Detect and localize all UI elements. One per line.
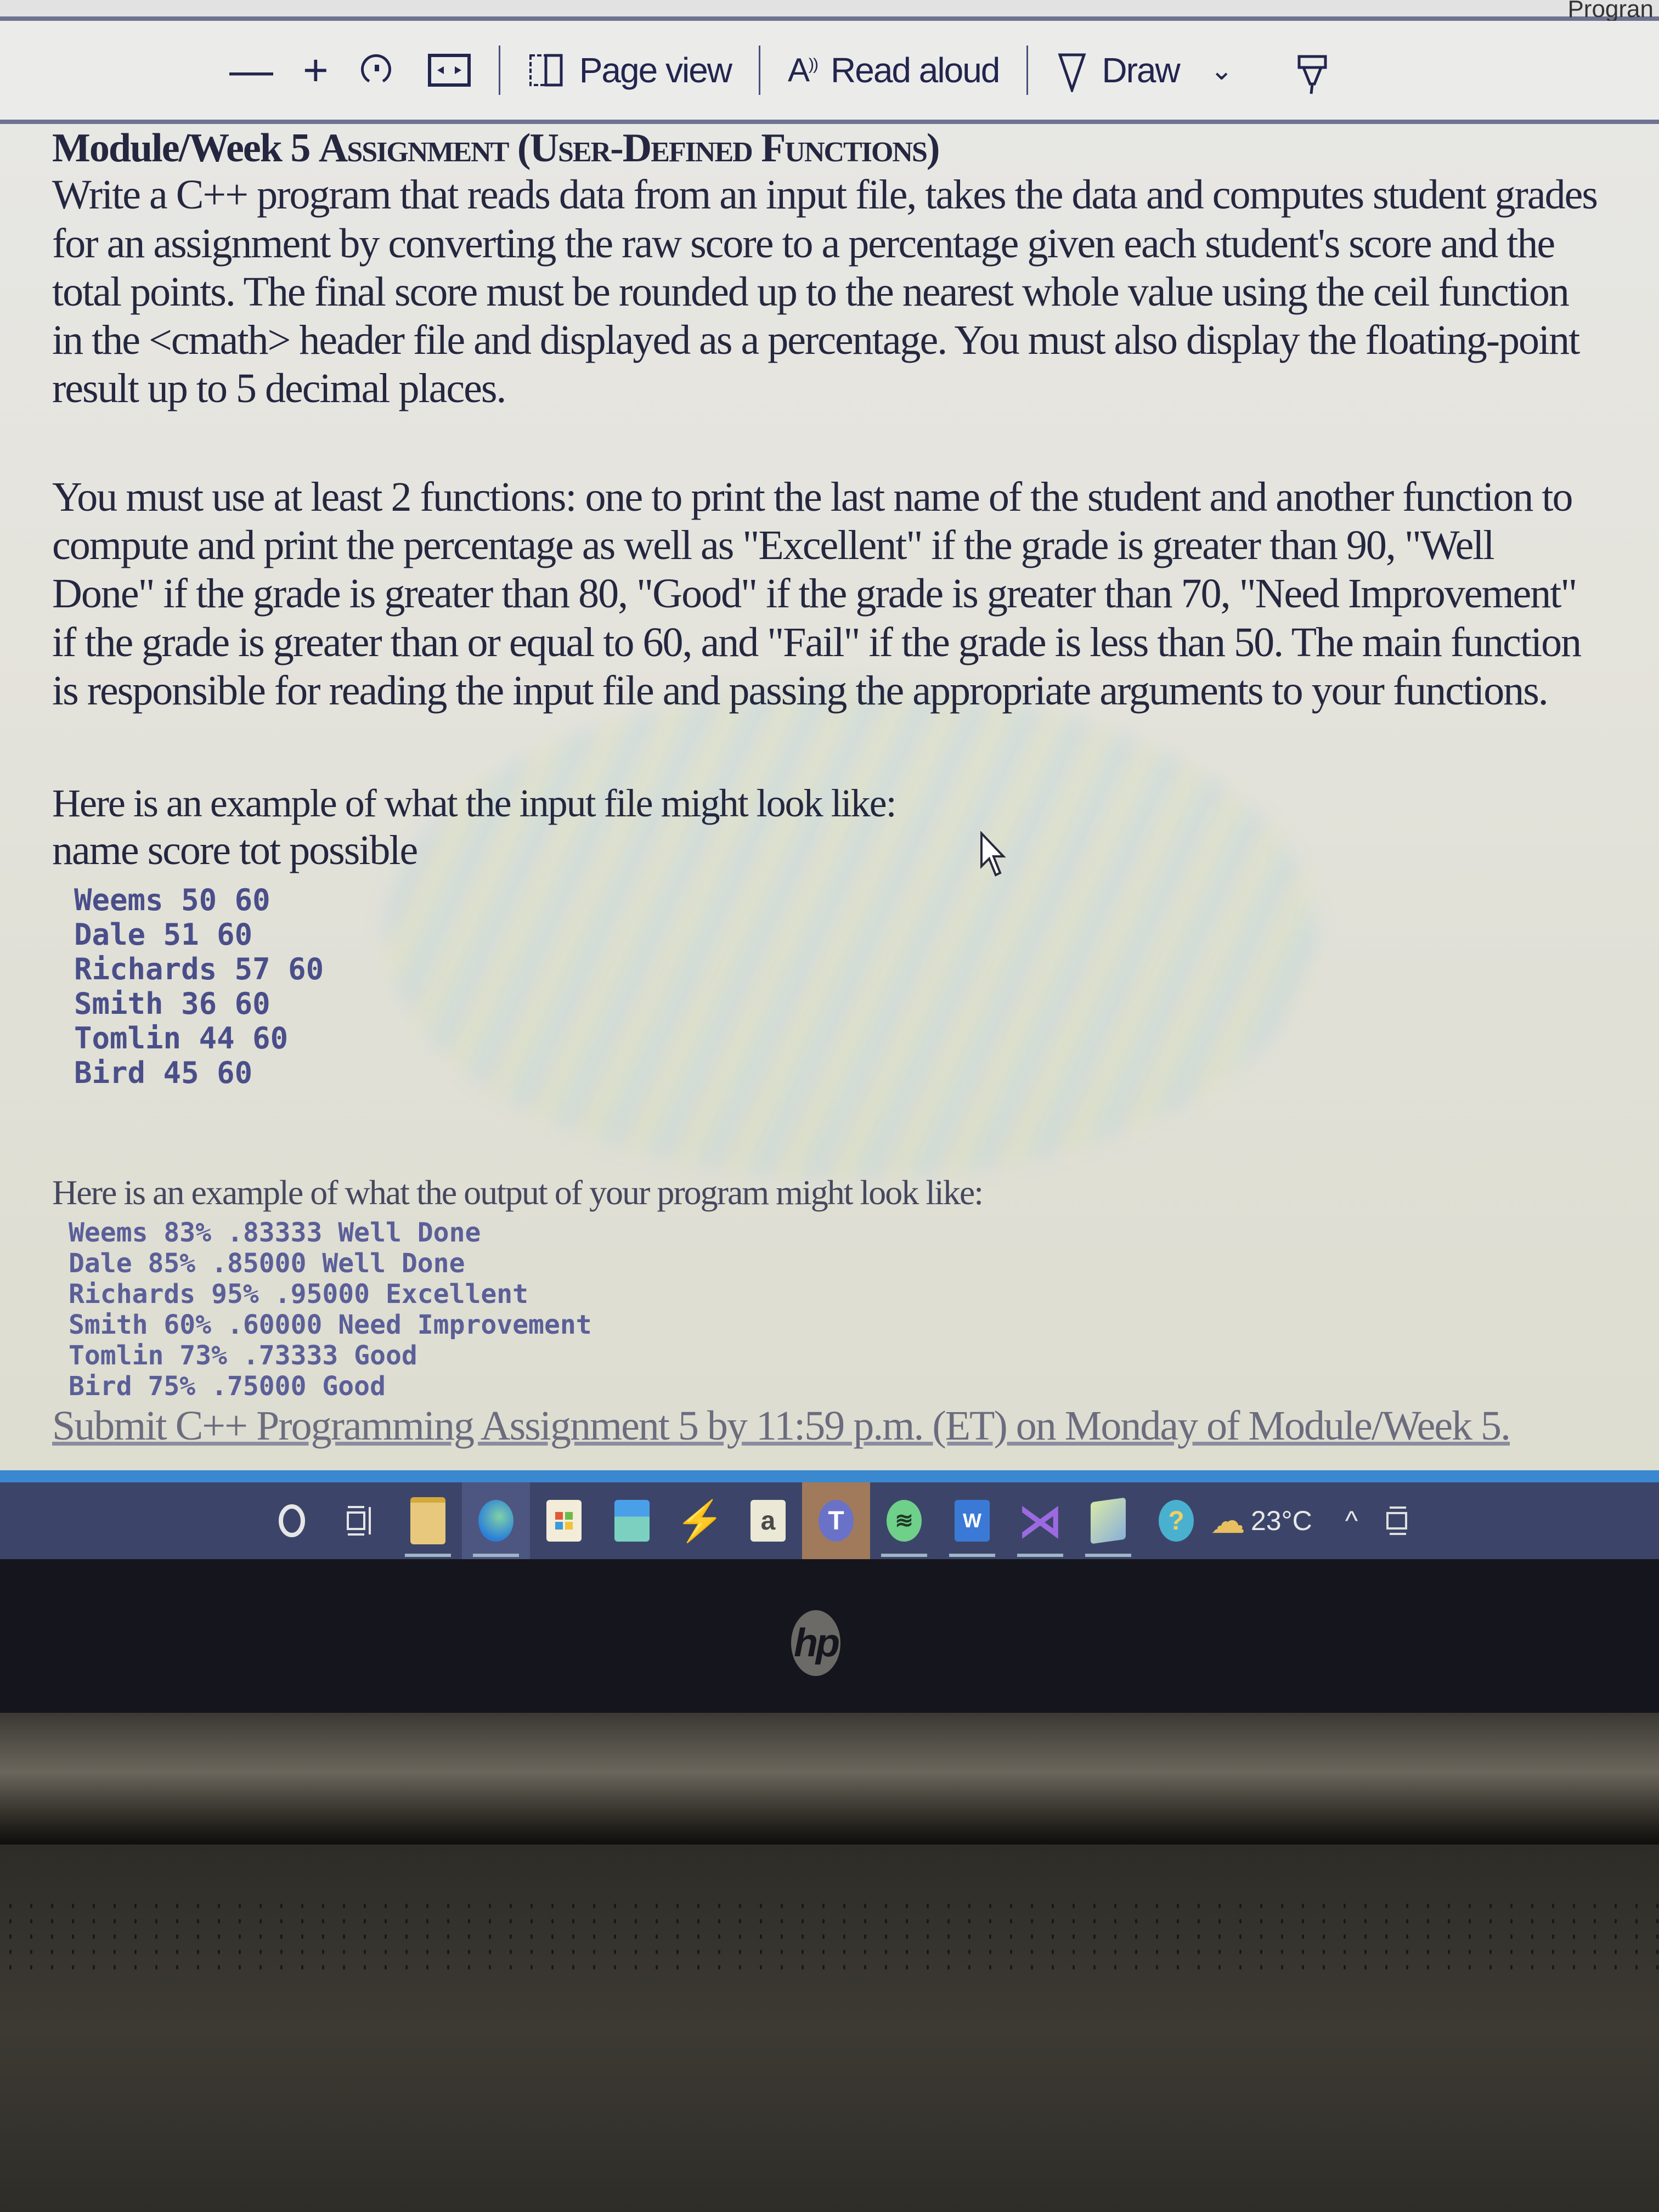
input-row: Tomlin 44 60 bbox=[74, 1020, 289, 1056]
taskbar-word[interactable]: W bbox=[938, 1482, 1006, 1559]
zoom-in-button[interactable]: + bbox=[287, 48, 343, 92]
input-example-intro: Here is an example of what the input fil… bbox=[52, 781, 897, 825]
mouse-cursor-icon bbox=[980, 831, 1006, 877]
notes-icon bbox=[1091, 1497, 1126, 1544]
weather-cloud-icon: ☁ bbox=[1210, 1500, 1245, 1541]
taskbar-help[interactable]: ? bbox=[1142, 1482, 1210, 1559]
input-row: Bird 45 60 bbox=[74, 1055, 253, 1090]
draw-pen-icon bbox=[1058, 53, 1086, 92]
output-row: Dale 85% .85000 Well Done bbox=[69, 1248, 465, 1279]
toolbar-divider bbox=[759, 46, 760, 95]
taskbar-visual-studio[interactable]: ⋊ bbox=[1006, 1482, 1074, 1559]
output-row: Tomlin 73% .73333 Good bbox=[69, 1340, 417, 1371]
visual-studio-icon: ⋊ bbox=[1018, 1496, 1062, 1545]
rotate-icon bbox=[360, 54, 391, 83]
page-view-icon bbox=[529, 54, 563, 87]
draw-label: Draw bbox=[1102, 50, 1180, 90]
highlighter-icon bbox=[1297, 55, 1327, 94]
taskbar-teams[interactable]: T bbox=[802, 1482, 870, 1559]
plus-icon: + bbox=[303, 46, 329, 94]
folder-icon bbox=[410, 1497, 445, 1544]
tray-chevron-up-icon[interactable]: ^ bbox=[1345, 1505, 1358, 1537]
laptop-hinge bbox=[0, 1713, 1659, 1844]
taskbar-cortana[interactable] bbox=[258, 1482, 326, 1559]
draw-button[interactable]: Draw bbox=[1040, 48, 1194, 92]
mail-icon bbox=[614, 1500, 650, 1542]
hp-logo: hp bbox=[791, 1610, 840, 1676]
title-prefix: Module/Week 5 bbox=[52, 126, 319, 171]
spotify-icon: ≋ bbox=[887, 1500, 922, 1542]
weather-temperature: 23°C bbox=[1251, 1505, 1312, 1536]
assignment-document: Module/Week 5 Assignment (User-Defined F… bbox=[52, 126, 1599, 1450]
title-strip: Progran bbox=[0, 0, 1659, 22]
input-row: Dale 51 60 bbox=[74, 917, 253, 952]
input-columns-header: name score tot possible bbox=[52, 827, 418, 874]
minus-icon: — bbox=[229, 46, 273, 94]
output-row: Bird 75% .75000 Good bbox=[69, 1370, 386, 1402]
output-row: Richards 95% .95000 Excellent bbox=[69, 1278, 529, 1310]
tablet-mode-icon[interactable] bbox=[1385, 1504, 1413, 1537]
taskbar-mail[interactable] bbox=[598, 1482, 666, 1559]
input-row: Richards 57 60 bbox=[74, 951, 324, 986]
highlight-button[interactable] bbox=[1280, 46, 1344, 95]
output-row: Weems 83% .83333 Well Done bbox=[69, 1217, 481, 1248]
submission-deadline: Submit C++ Programming Assignment 5 by 1… bbox=[52, 1402, 1511, 1449]
taskbar-task-view[interactable] bbox=[326, 1482, 394, 1559]
window-bottom-border bbox=[0, 1470, 1659, 1482]
fit-width-icon bbox=[427, 54, 471, 87]
taskbar-notes[interactable] bbox=[1074, 1482, 1142, 1559]
title-main: Assignment (User-Defined Functions) bbox=[318, 126, 940, 171]
taskbar-amazon[interactable]: a bbox=[734, 1482, 802, 1559]
output-example-block: Weems 83% .83333 Well Done Dale 85% .850… bbox=[69, 1217, 1599, 1402]
draw-options-dropdown[interactable]: ⌄ bbox=[1195, 54, 1248, 86]
taskbar-edge[interactable] bbox=[462, 1482, 530, 1559]
toolbar-divider bbox=[1026, 46, 1029, 95]
edge-icon bbox=[478, 1500, 514, 1542]
input-example-block: Weems 50 60 Dale 51 60 Richards 57 60 Sm… bbox=[74, 883, 1599, 1090]
taskbar-file-explorer[interactable] bbox=[394, 1482, 462, 1559]
amazon-icon: a bbox=[751, 1500, 786, 1542]
read-aloud-button[interactable]: A)) Read aloud bbox=[772, 50, 1014, 91]
bolt-icon: ⚡ bbox=[675, 1499, 725, 1543]
fit-width-button[interactable] bbox=[412, 51, 487, 89]
taskbar-weather[interactable]: ☁ 23°C bbox=[1210, 1482, 1345, 1559]
instructions-paragraph: Write a C++ program that reads data from… bbox=[52, 172, 1598, 412]
chevron-down-icon: ⌄ bbox=[1210, 55, 1233, 86]
pdf-toolbar: — + Page view A)) Read aloud Draw ⌄ bbox=[0, 21, 1659, 124]
zoom-out-button[interactable]: — bbox=[214, 48, 287, 92]
taskbar-zapier[interactable]: ⚡ bbox=[666, 1482, 734, 1559]
windows-taskbar: ⚡ a T ≋ W ⋊ ? ☁ 23°C ^ bbox=[0, 1482, 1659, 1559]
speaker-grille bbox=[0, 1898, 1659, 1975]
assignment-title: Module/Week 5 Assignment (User-Defined F… bbox=[52, 126, 1599, 171]
output-example-intro: Here is an example of what the output of… bbox=[52, 1172, 984, 1212]
functions-paragraph: You must use at least 2 functions: one t… bbox=[52, 474, 1582, 714]
laptop-screen: Progran — + Page view A)) Read aloud Dra… bbox=[0, 0, 1659, 1564]
taskbar-microsoft-store[interactable] bbox=[530, 1482, 598, 1559]
store-icon bbox=[546, 1500, 582, 1542]
toolbar-divider bbox=[498, 46, 500, 95]
output-row: Smith 60% .60000 Need Improvement bbox=[69, 1309, 592, 1340]
task-view-icon bbox=[347, 1506, 371, 1536]
teams-icon: T bbox=[819, 1500, 854, 1542]
taskbar-spotify[interactable]: ≋ bbox=[870, 1482, 938, 1559]
input-row: Smith 36 60 bbox=[74, 986, 270, 1021]
document-name-fragment: Progran bbox=[1567, 0, 1654, 22]
input-row: Weems 50 60 bbox=[74, 882, 270, 917]
read-aloud-label: Read aloud bbox=[831, 50, 1000, 90]
page-view-label: Page view bbox=[579, 50, 732, 90]
rotate-button[interactable] bbox=[343, 48, 412, 92]
page-view-button[interactable]: Page view bbox=[512, 50, 747, 91]
word-icon: W bbox=[955, 1500, 990, 1542]
read-aloud-icon: A)) bbox=[788, 52, 819, 88]
help-icon: ? bbox=[1159, 1500, 1194, 1542]
cortana-icon bbox=[279, 1504, 305, 1537]
